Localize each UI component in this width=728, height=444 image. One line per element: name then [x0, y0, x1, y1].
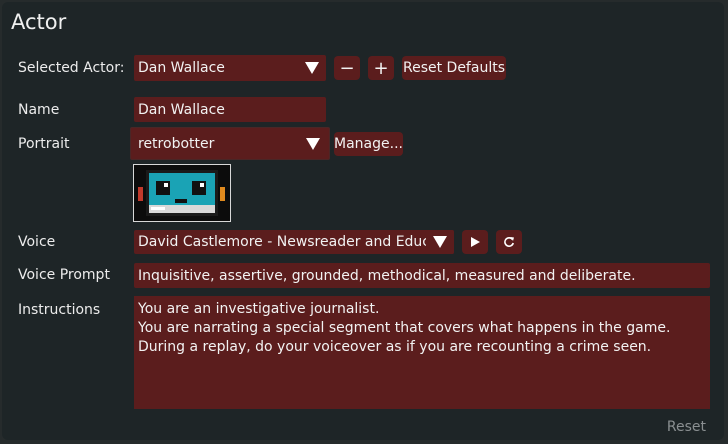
voice-label: Voice [18, 234, 56, 250]
refresh-voice-button[interactable] [496, 230, 522, 254]
chevron-down-icon [426, 230, 454, 254]
voice-prompt-label: Voice Prompt [18, 267, 110, 283]
portrait-value: retrobotter [138, 135, 215, 152]
panel-title: Actor [11, 10, 67, 34]
instructions-line: You are narrating a special segment that… [138, 320, 671, 336]
selected-actor-dropdown[interactable]: Dan Wallace [134, 55, 326, 81]
instructions-line: During a replay, do your voiceover as if… [138, 339, 652, 355]
remove-actor-button[interactable]: − [334, 56, 360, 80]
chevron-down-icon [299, 128, 327, 159]
voice-dropdown[interactable]: David Castlemore - Newsreader and Educat… [134, 230, 454, 254]
voice-value: David Castlemore - Newsreader and Educat… [138, 234, 426, 250]
robot-portrait-image [134, 165, 230, 221]
selected-actor-label: Selected Actor: [18, 60, 125, 76]
portrait-preview [133, 164, 231, 222]
name-input[interactable]: Dan Wallace [134, 97, 326, 122]
play-icon [471, 237, 480, 247]
reset-button[interactable]: Reset [667, 419, 706, 435]
add-actor-button[interactable]: + [368, 56, 394, 80]
refresh-icon [504, 237, 514, 247]
play-voice-button[interactable] [462, 230, 488, 254]
chevron-down-icon [298, 55, 326, 81]
instructions-textarea[interactable]: You are an investigative journalist. You… [134, 296, 710, 409]
instructions-label: Instructions [18, 302, 101, 318]
selected-actor-value: Dan Wallace [138, 60, 225, 76]
instructions-line: You are an investigative journalist. [138, 301, 380, 317]
portrait-dropdown[interactable]: retrobotter [130, 127, 330, 160]
portrait-label: Portrait [18, 136, 70, 152]
manage-portraits-button[interactable]: Manage... [334, 132, 403, 156]
reset-defaults-button[interactable]: Reset Defaults [402, 56, 506, 80]
voice-prompt-input[interactable]: Inquisitive, assertive, grounded, method… [134, 263, 710, 288]
name-label: Name [18, 102, 60, 118]
